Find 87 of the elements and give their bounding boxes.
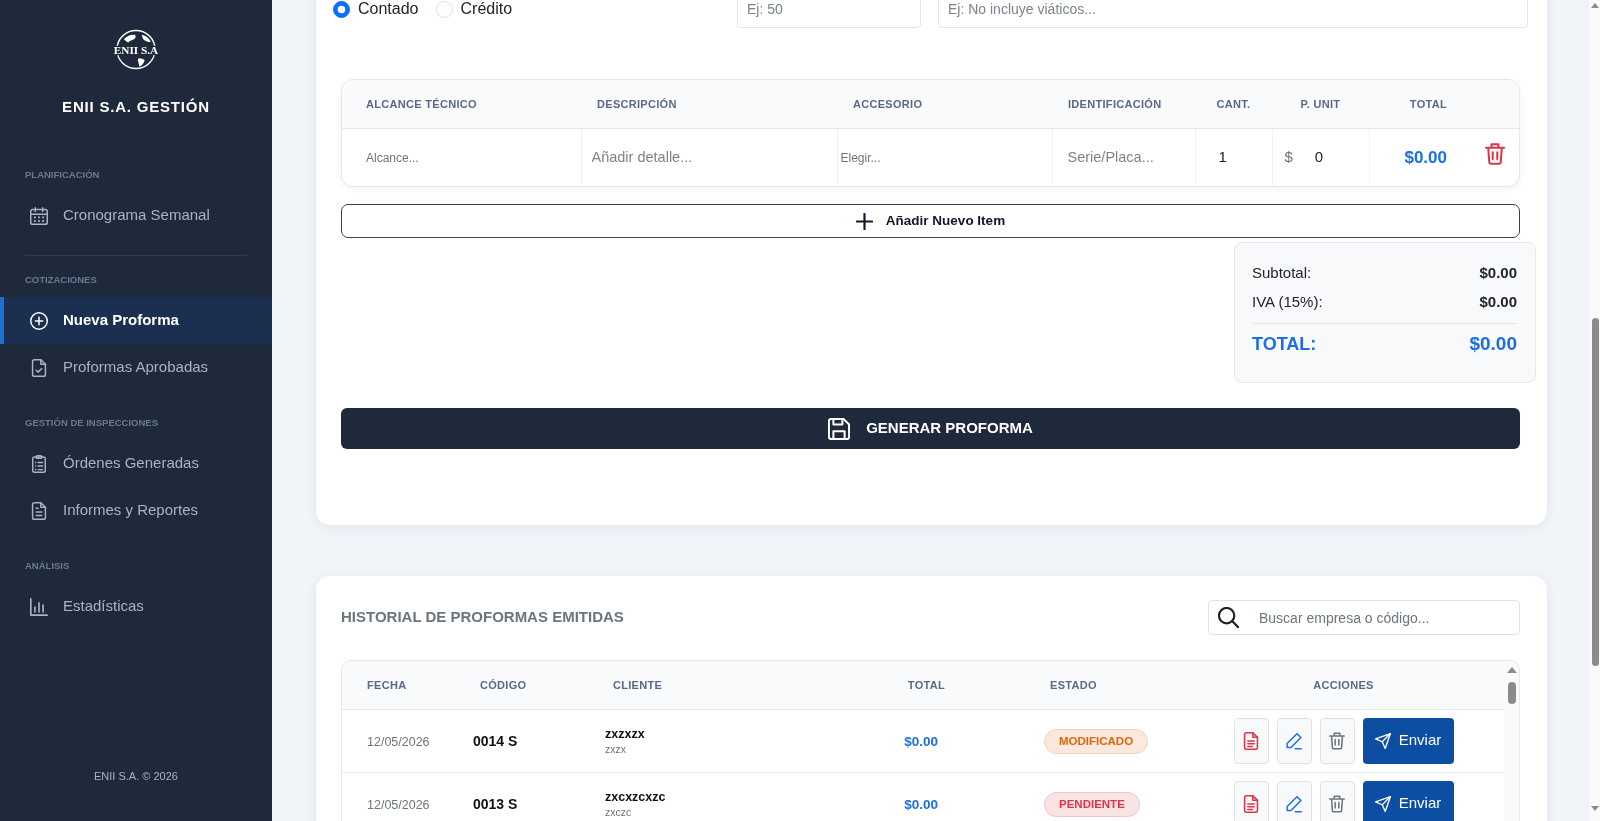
pencil-icon bbox=[1286, 794, 1302, 813]
status-badge: MODIFICADO bbox=[1044, 728, 1149, 754]
edit-button[interactable] bbox=[1276, 717, 1312, 764]
description-field[interactable]: Añadir detalle... bbox=[591, 147, 837, 169]
scope-field[interactable]: Alcance... bbox=[366, 149, 516, 168]
send-icon bbox=[1374, 795, 1391, 812]
column-header: ACCESORIO bbox=[853, 97, 923, 110]
clipboard-list-icon bbox=[30, 454, 48, 473]
sidebar-item[interactable]: Nueva Proforma bbox=[0, 297, 272, 344]
section-label: PLANIFICACIÓN bbox=[25, 169, 100, 181]
document-lines-icon bbox=[30, 501, 48, 520]
column-header: ESTADO bbox=[1050, 678, 1097, 691]
column-header: IDENTIFICACIÓN bbox=[1068, 97, 1162, 110]
trash-icon bbox=[1329, 794, 1345, 813]
column-header: FECHA bbox=[367, 678, 407, 691]
edit-button[interactable] bbox=[1276, 780, 1312, 821]
total-value: $0.00 bbox=[1479, 292, 1517, 313]
document-icon bbox=[1243, 731, 1259, 750]
document-check-icon bbox=[30, 358, 48, 377]
search-field[interactable]: Buscar empresa o código... bbox=[1208, 600, 1520, 635]
plus-icon bbox=[855, 212, 873, 230]
column-header: CÓDIGO bbox=[480, 678, 527, 691]
column-header: P. UNIT bbox=[1300, 97, 1341, 110]
history-title: HISTORIAL DE PROFORMAS EMITIDAS bbox=[341, 607, 624, 628]
currency-symbol: $ bbox=[1284, 147, 1293, 167]
accessory-field[interactable]: Elegir... bbox=[840, 149, 991, 168]
send-icon bbox=[1374, 732, 1391, 749]
pencil-icon bbox=[1286, 731, 1302, 750]
sidebar-item[interactable]: Proformas Aprobadas bbox=[0, 344, 272, 391]
line-total: $0.00 bbox=[1404, 147, 1447, 167]
send-button[interactable]: Enviar bbox=[1362, 717, 1454, 764]
document-icon bbox=[1243, 794, 1259, 813]
add-item-button[interactable]: Añadir Nuevo Item bbox=[341, 204, 1520, 238]
code-text: 0014 S bbox=[473, 732, 518, 749]
search-icon bbox=[1218, 607, 1239, 628]
sidebar-item[interactable]: Informes y Reportes bbox=[0, 487, 272, 534]
serial-field[interactable]: Serie/Placa... bbox=[1067, 147, 1195, 169]
section-label: ANÁLISIS bbox=[25, 560, 70, 572]
table-scrollbar[interactable] bbox=[1504, 661, 1519, 821]
column-header: TOTAL bbox=[1409, 97, 1447, 110]
total-amount: $0.00 bbox=[904, 733, 938, 749]
section-label: GESTIÓN DE INSPECCIONES bbox=[25, 417, 159, 429]
calendar-icon bbox=[30, 206, 48, 225]
sidebar-item[interactable]: Estadísticas bbox=[0, 583, 272, 630]
column-header: TOTAL bbox=[907, 678, 945, 691]
app-title: ENII S.A. GESTIÓN bbox=[62, 98, 210, 116]
status-badge: PENDIENTE bbox=[1044, 791, 1140, 817]
bar-chart-icon bbox=[30, 597, 48, 616]
save-icon bbox=[828, 417, 851, 440]
total-amount: $0.00 bbox=[904, 796, 938, 812]
price-field[interactable]: 0 bbox=[1314, 146, 1351, 169]
client-detail: zxzx bbox=[605, 741, 626, 756]
option-label[interactable]: Crédito bbox=[460, 0, 513, 21]
delete-button[interactable] bbox=[1484, 142, 1505, 165]
send-button[interactable]: Enviar bbox=[1362, 780, 1454, 821]
input-field[interactable]: Ej: 50 bbox=[737, 0, 921, 28]
grand-total-value: $0.00 bbox=[1469, 332, 1517, 357]
page-scrollbar[interactable] bbox=[1589, 0, 1600, 821]
sidebar-item[interactable]: Órdenes Generadas bbox=[0, 440, 272, 487]
pdf-button[interactable] bbox=[1233, 717, 1269, 764]
quantity-field[interactable]: 1 bbox=[1218, 146, 1255, 169]
trash-icon bbox=[1329, 731, 1345, 750]
input-field[interactable]: Ej: No incluye viáticos... bbox=[938, 0, 1528, 28]
option-label[interactable]: Contado bbox=[358, 0, 419, 21]
code-text: 0013 S bbox=[473, 795, 518, 812]
date-text: 12/05/2026 bbox=[367, 797, 430, 812]
copyright-text: ENII S.A. © 2026 bbox=[94, 770, 178, 782]
pdf-button[interactable] bbox=[1233, 780, 1269, 821]
generate-button[interactable]: GENERAR PROFORMA bbox=[341, 408, 1520, 449]
client-name: zxcxzcxzc bbox=[605, 788, 666, 805]
column-header: CLIENTE bbox=[613, 678, 663, 691]
column-header: ACCIONES bbox=[1313, 678, 1374, 691]
sidebar-item[interactable]: Cronograma Semanal bbox=[0, 192, 272, 239]
plus-circle-icon bbox=[30, 311, 48, 330]
grand-total-label: TOTAL: bbox=[1252, 333, 1317, 356]
client-name: zxzxzx bbox=[605, 725, 645, 742]
total-label: Subtotal: bbox=[1252, 263, 1312, 284]
client-detail: zxczc bbox=[605, 804, 632, 819]
column-header: DESCRIPCIÓN bbox=[597, 97, 677, 110]
trash-icon bbox=[1484, 142, 1505, 165]
column-header: ALCANCE TÉCNICO bbox=[366, 97, 477, 110]
total-label: IVA (15%): bbox=[1252, 292, 1323, 313]
total-value: $0.00 bbox=[1479, 263, 1517, 284]
section-label: COTIZACIONES bbox=[25, 274, 97, 286]
date-text: 12/05/2026 bbox=[367, 734, 430, 749]
radio-button[interactable] bbox=[333, 0, 350, 18]
column-header: CANT. bbox=[1216, 97, 1251, 110]
